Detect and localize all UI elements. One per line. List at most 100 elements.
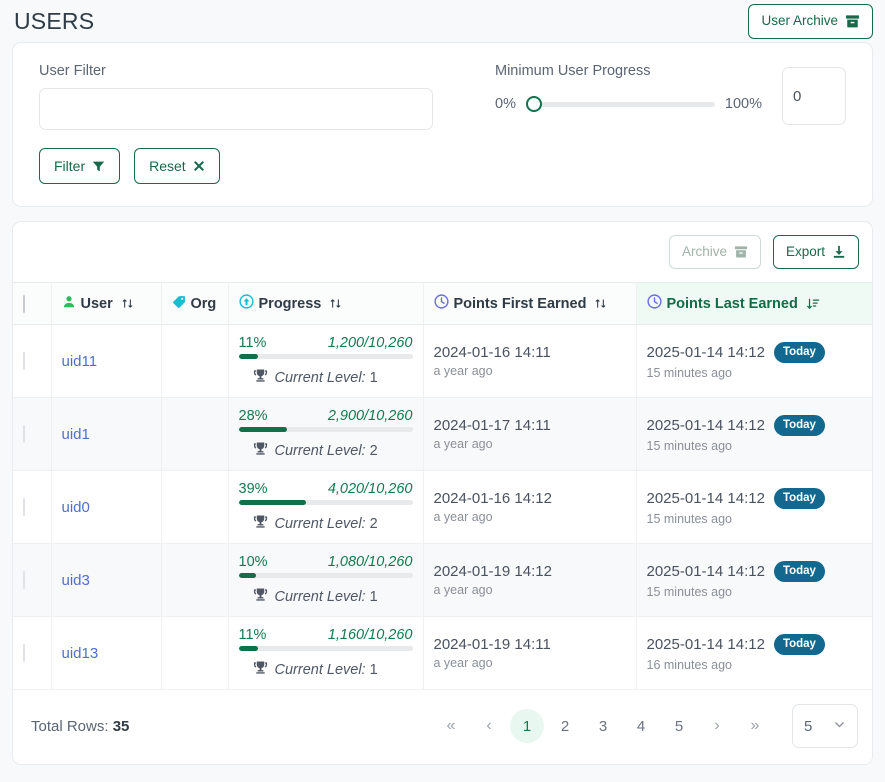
archive-box-icon (845, 14, 860, 29)
column-header-org[interactable]: Org (161, 282, 229, 325)
user-archive-button[interactable]: User Archive (748, 3, 873, 39)
sort-both-icon[interactable] (329, 297, 342, 310)
cell-progress: 28% 2,900/10,260 Current Level: 2 (228, 397, 424, 471)
users-table-panel: Archive Export User Org Progress Points … (12, 221, 873, 765)
filter-button[interactable]: Filter (39, 148, 121, 184)
filter-label: Filter (54, 158, 86, 174)
last-earned-date: 2025-01-14 14:12 Today (647, 561, 863, 582)
column-label-points-first-earned: Points First Earned (453, 295, 587, 312)
slider-max-label: 100% (724, 96, 762, 112)
current-level: Current Level: 2 (239, 514, 413, 533)
user-link[interactable]: uid0 (62, 499, 90, 516)
page-header: USERS User Archive (0, 0, 885, 42)
status-badge: Today (773, 488, 825, 509)
page-button-3[interactable]: 3 (586, 709, 620, 743)
current-level: Current Level: 2 (239, 441, 413, 460)
last-earned-date: 2025-01-14 14:12 Today (647, 488, 863, 509)
first-earned-date: 2024-01-19 14:11 (433, 636, 551, 653)
reset-button[interactable]: Reset (134, 148, 220, 184)
cell-org (161, 324, 229, 398)
select-all-header (13, 282, 52, 325)
page-button-2[interactable]: 2 (548, 709, 582, 743)
table-row[interactable]: uid1 28% 2,900/10,260 Current Level: 2 2024-… (13, 397, 872, 471)
progress-slider[interactable] (525, 95, 715, 113)
page-title: USERS (14, 7, 95, 34)
row-checkbox[interactable] (23, 498, 25, 516)
progress-filter-group: Minimum User Progress 0% 100% (459, 63, 846, 125)
cell-user: uid1 (51, 397, 162, 471)
first-earned-date: 2024-01-16 14:12 (433, 490, 552, 507)
export-button[interactable]: Export (772, 235, 859, 269)
row-select-cell (13, 324, 52, 398)
last-earned-date: 2025-01-14 14:12 Today (647, 342, 863, 363)
row-checkbox[interactable] (23, 425, 25, 443)
last-earned-date: 2025-01-14 14:12 Today (647, 634, 863, 655)
user-archive-label: User Archive (761, 13, 838, 29)
row-checkbox[interactable] (23, 644, 25, 662)
progress-fraction: 1,080/10,260 (327, 554, 413, 570)
progress-bar (238, 646, 413, 651)
cell-points-first-earned: 2024-01-17 14:11 a year ago (423, 397, 637, 471)
table-toolbar: Archive Export (13, 222, 872, 282)
column-header-points-first-earned[interactable]: Points First Earned (423, 282, 637, 325)
sort-both-icon[interactable] (121, 297, 134, 310)
select-all-checkbox[interactable] (23, 294, 25, 313)
pagination: Total Rows: 35 « ‹ 12345 › » 5 (13, 690, 872, 764)
tag-icon (172, 295, 186, 313)
first-earned-relative: a year ago (433, 583, 493, 597)
first-page-button[interactable]: « (434, 709, 468, 743)
column-label-org: Org (190, 295, 217, 312)
first-earned-relative: a year ago (433, 510, 493, 524)
column-header-progress[interactable]: Progress (228, 282, 424, 325)
cell-user: uid3 (51, 543, 162, 617)
user-filter-label: User Filter (39, 63, 106, 79)
first-earned-relative: a year ago (433, 656, 493, 670)
table-row[interactable]: uid0 39% 4,020/10,260 Current Level: 2 2024-… (13, 470, 872, 544)
cell-org (161, 543, 229, 617)
user-filter-input[interactable] (39, 88, 433, 130)
column-header-points-last-earned[interactable]: Points Last Earned (636, 282, 872, 325)
progress-percent: 11% (238, 335, 267, 351)
table-row[interactable]: uid11 11% 1,200/10,260 Current Level: 1 2024… (13, 324, 872, 398)
page-button-5[interactable]: 5 (662, 709, 696, 743)
table-row[interactable]: uid3 10% 1,080/10,260 Current Level: 1 2024-… (13, 543, 872, 617)
user-link[interactable]: uid11 (62, 353, 98, 370)
cell-points-last-earned: 2025-01-14 14:12 Today 16 minutes ago (636, 616, 872, 690)
user-link[interactable]: uid1 (62, 426, 90, 443)
progress-bar (238, 427, 413, 432)
first-earned-relative: a year ago (433, 364, 493, 378)
column-header-user[interactable]: User (51, 282, 162, 325)
sort-both-icon[interactable] (594, 297, 607, 310)
page-button-1[interactable]: 1 (510, 709, 544, 743)
first-earned-date: 2024-01-16 14:11 (433, 344, 551, 361)
archive-button[interactable]: Archive (668, 235, 761, 269)
table-body: uid11 11% 1,200/10,260 Current Level: 1 2024… (13, 324, 872, 690)
user-link[interactable]: uid13 (62, 645, 99, 662)
sort-descending-icon[interactable] (806, 297, 820, 311)
last-page-button[interactable]: » (738, 709, 772, 743)
page-size-select[interactable]: 5 (792, 704, 858, 748)
cell-points-first-earned: 2024-01-19 14:12 a year ago (423, 543, 637, 617)
progress-percent: 11% (238, 627, 267, 643)
user-link[interactable]: uid3 (62, 572, 90, 589)
cell-progress: 10% 1,080/10,260 Current Level: 1 (228, 543, 424, 617)
trophy-icon (253, 441, 268, 460)
first-earned-relative: a year ago (433, 437, 493, 451)
last-earned-relative: 16 minutes ago (646, 657, 732, 672)
row-checkbox[interactable] (23, 571, 25, 589)
next-page-button[interactable]: › (700, 709, 734, 743)
slider-thumb[interactable] (525, 96, 542, 112)
progress-filter-label: Minimum User Progress (495, 63, 651, 79)
table-row[interactable]: uid13 11% 1,160/10,260 Current Level: 1 2024… (13, 616, 872, 690)
prev-page-button[interactable]: ‹ (472, 709, 506, 743)
last-earned-relative: 15 minutes ago (646, 438, 732, 453)
progress-fraction: 1,160/10,260 (327, 627, 413, 643)
cell-org (161, 397, 229, 471)
current-level: Current Level: 1 (239, 587, 413, 606)
current-level-text: Current Level: 2 (274, 515, 378, 532)
progress-number-input[interactable] (782, 67, 846, 125)
current-level-text: Current Level: 1 (274, 588, 378, 605)
page-button-4[interactable]: 4 (624, 709, 658, 743)
row-checkbox[interactable] (23, 352, 25, 370)
clock-icon (646, 294, 662, 313)
